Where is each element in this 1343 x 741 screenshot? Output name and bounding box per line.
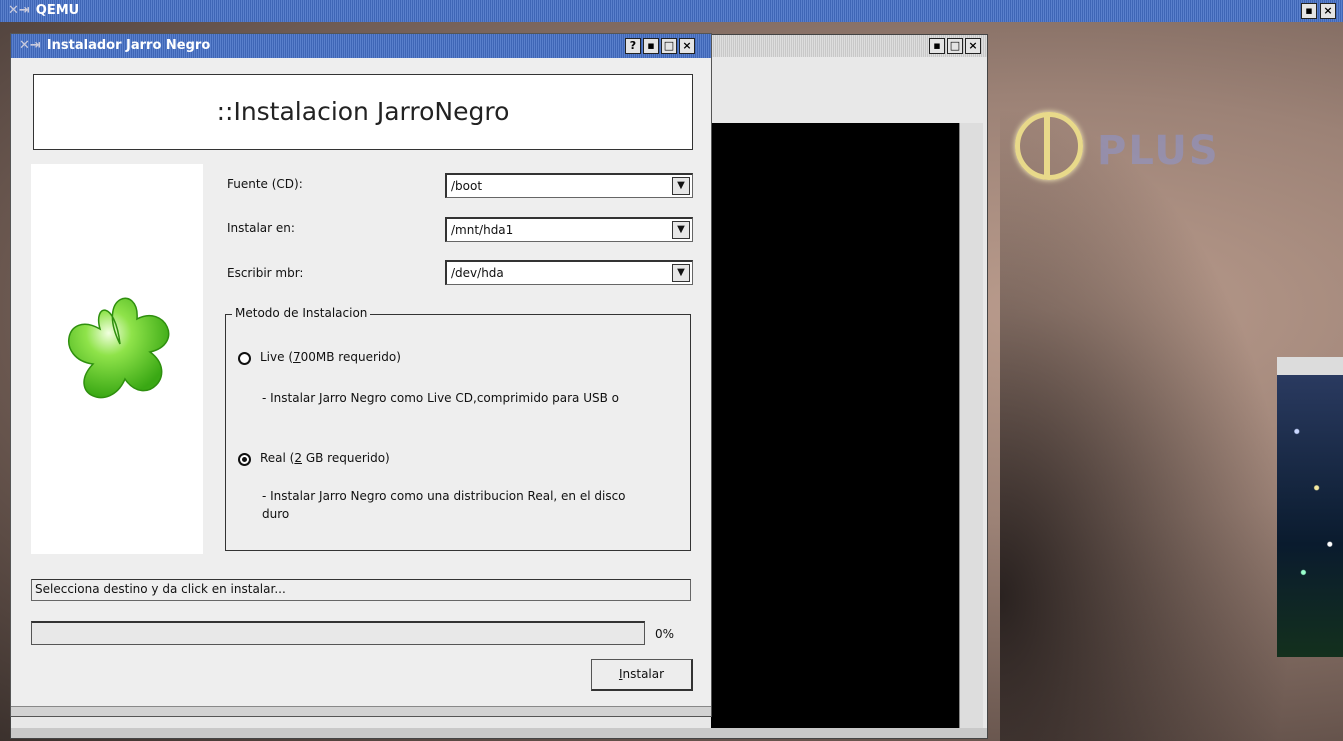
dialog-minimize-button[interactable]: ▪ (643, 38, 659, 54)
real-label-post: GB requerido) (302, 451, 390, 465)
source-select[interactable]: /boot ▼ (445, 173, 693, 198)
installer-heading: ::Instalacion JarroNegro (33, 74, 693, 150)
progress-percent: 0% (655, 627, 675, 641)
dropdown-arrow-icon[interactable]: ▼ (672, 177, 690, 195)
qemu-title-text: QEMU (35, 3, 80, 18)
dropdown-arrow-icon[interactable]: ▼ (672, 221, 690, 239)
source-value: /boot (451, 179, 483, 193)
real-description-line1: - Instalar Jarro Negro como una distribu… (262, 489, 626, 503)
city-image-window (1277, 357, 1343, 657)
install-method-legend: Metodo de Instalacion (232, 306, 371, 320)
qemu-titlebar[interactable]: ✕⇥ QEMU ▪ × (0, 0, 1343, 22)
terminal-scrollbar[interactable] (959, 123, 983, 728)
installer-title: Instalador Jarro Negro (46, 38, 211, 53)
minimize-button[interactable]: ▪ (1301, 3, 1317, 19)
install-target-value: /mnt/hda1 (451, 223, 514, 237)
source-label: Fuente (CD): (227, 177, 303, 191)
live-radio-label[interactable]: Live (700MB requerido) (260, 350, 401, 364)
real-radio[interactable] (238, 453, 251, 466)
dialog-menu-icon[interactable]: ✕⇥ (19, 38, 41, 53)
mbr-value: /dev/hda (451, 266, 504, 280)
install-method-group: Metodo de Instalacion Live (700MB requer… (225, 306, 691, 551)
logo-panel (31, 164, 203, 554)
real-label-key: 2 (294, 451, 303, 465)
install-target-select[interactable]: /mnt/hda1 ▼ (445, 217, 693, 242)
dialog-maximize-button[interactable]: □ (661, 38, 677, 54)
progress-bar (31, 621, 645, 645)
terminal-area[interactable] (711, 123, 959, 728)
installer-titlebar[interactable]: ✕⇥ Instalador Jarro Negro ? ▪ □ × (11, 34, 711, 58)
close-button[interactable]: × (1320, 3, 1336, 19)
bg-maximize-button[interactable]: □ (947, 38, 963, 54)
install-button-rest: nstalar (622, 667, 665, 681)
install-target-label: Instalar en: (227, 221, 295, 235)
live-description: - Instalar Jarro Negro como Live CD,comp… (262, 391, 619, 405)
real-description-line2: duro (262, 507, 290, 521)
bg-close-button[interactable]: × (965, 38, 981, 54)
clover-logo-icon (68, 297, 170, 399)
install-button[interactable]: Instalar (591, 659, 693, 691)
status-bar: Selecciona destino y da click en instala… (31, 579, 691, 601)
dropdown-arrow-icon[interactable]: ▼ (672, 264, 690, 282)
window-menu-icon[interactable]: ✕⇥ (8, 3, 30, 18)
live-label-key: 7 (293, 350, 301, 364)
live-label-post: 00MB requerido) (300, 350, 401, 364)
desktop-overlay-text: PLUS (1097, 128, 1220, 174)
live-radio[interactable] (238, 352, 251, 365)
real-radio-label[interactable]: Real (2 GB requerido) (260, 451, 390, 465)
peace-sign-icon (1015, 112, 1083, 180)
real-label-pre: Real ( (260, 451, 295, 465)
mbr-select[interactable]: /dev/hda ▼ (445, 260, 693, 285)
help-button[interactable]: ? (625, 38, 641, 54)
live-label-pre: Live ( (260, 350, 293, 364)
mbr-label: Escribir mbr: (227, 266, 304, 280)
bg-minimize-button[interactable]: ▪ (929, 38, 945, 54)
dialog-close-button[interactable]: × (679, 38, 695, 54)
dialog-bottom-edge (11, 706, 711, 716)
bg-window-bottom (11, 728, 987, 738)
installer-dialog: ✕⇥ Instalador Jarro Negro ? ▪ □ × ::Insta… (10, 33, 712, 717)
